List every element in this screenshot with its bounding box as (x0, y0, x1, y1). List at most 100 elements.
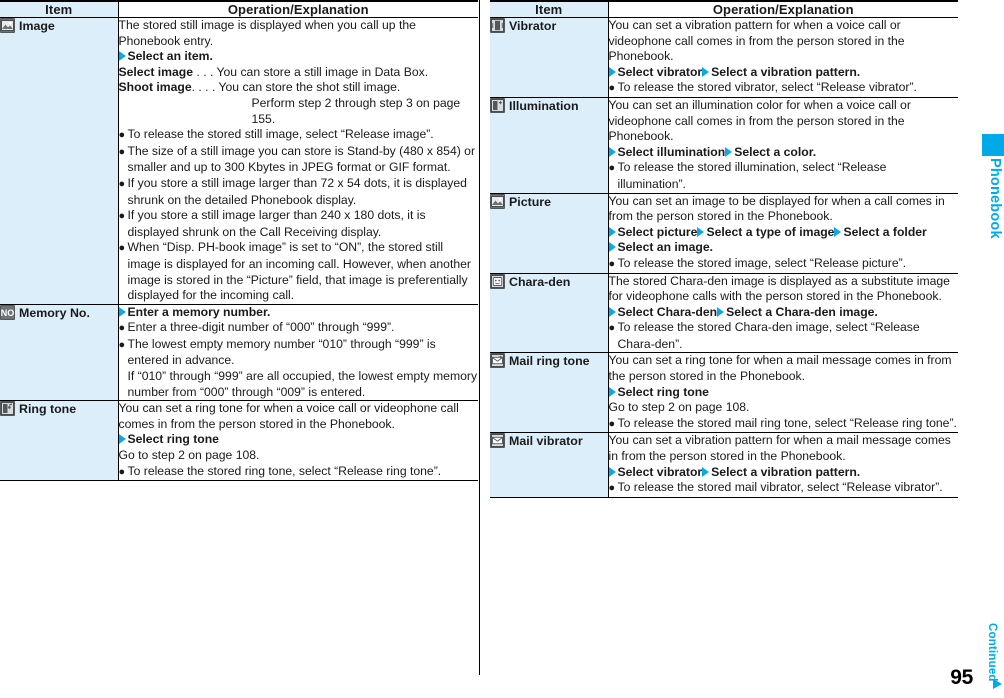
item-cell: Vibrator (490, 17, 609, 98)
ring-tone-icon (0, 401, 15, 417)
step-arrow-icon (118, 51, 126, 62)
step-label: Select picture (617, 224, 698, 239)
explanation-paragraph: You can set a vibration pattern for when… (608, 433, 951, 464)
option-term: Select image (118, 64, 194, 79)
option-desc: You can store the shot still image. (218, 80, 401, 95)
item-cell: Illumination (490, 97, 609, 194)
option-continuation: Perform step 2 through step 3 on page 15… (251, 95, 461, 126)
table-header-row: Item Operation/Explanation (0, 0, 478, 18)
note-bullet: ● To release the stored mail vibrator, se… (609, 480, 959, 497)
explanation-paragraph: The stored still image is displayed when… (118, 18, 416, 48)
explanation-paragraph: Go to step 2 on page 108. (118, 448, 260, 463)
table-row: Mail ring tone You can set a ring tone fo… (490, 352, 959, 434)
operation-step: Select vibrator Select a vibration patter… (608, 64, 959, 81)
step-label: Select ring tone (127, 432, 219, 447)
explanation-paragraph: You can set a ring tone for when a mail … (608, 353, 952, 384)
table-row: Chara-den The stored Chara-den image is d… (490, 273, 958, 354)
step-label: Select ring tone (617, 384, 709, 399)
operation-cell: You can set a vibration pattern for when… (608, 17, 959, 98)
continued-arrow-icon (993, 679, 1002, 689)
table-row: Ring tone You can set a ring tone for whe… (0, 400, 478, 482)
item-label: Ring tone (19, 402, 77, 417)
step-label: Select vibrator (617, 464, 703, 479)
column-header-item: Item (0, 0, 119, 18)
step-label: Select a color. (734, 144, 817, 159)
table-row: Vibrator You can set a vibration pattern … (490, 17, 959, 98)
spec-table-left-body: Image The stored still image is displayed… (0, 17, 479, 482)
right-column: Item Operation/Explanation Vibrator You c… (490, 0, 958, 498)
item-cell: Image (0, 17, 119, 305)
explanation-paragraph: You can set an illumination color for wh… (608, 97, 911, 144)
operation-cell: You can set a ring tone for when a mail … (608, 352, 959, 434)
picture-icon (0, 18, 15, 33)
note-bullet: ● The lowest empty memory number “010” th… (118, 336, 436, 368)
operation-step: Enter a memory number. (118, 305, 479, 321)
note-bullet: ● To release the stored image, select “Re… (609, 256, 959, 273)
operation-step: Select vibrator Select a vibration patter… (608, 464, 959, 481)
item-label: Illumination (509, 98, 579, 113)
step-arrow-icon (608, 466, 616, 477)
step-label: Select a type of image (706, 224, 835, 239)
step-label: Select Chara-den (617, 304, 718, 319)
option-dots: . . . (193, 64, 217, 79)
step-arrow-icon (608, 146, 616, 157)
bullet-dot-icon: ● (608, 417, 616, 430)
bullet-dot-icon: ● (118, 465, 126, 478)
explanation-paragraph: You can set an image to be displayed for… (608, 193, 945, 224)
item-cell: Ring tone (0, 400, 119, 482)
table-row: Illumination You can set an illumination … (490, 97, 958, 194)
item-cell: Mail vibrator (490, 432, 609, 498)
table-row: Mail vibrator You can set a vibration pat… (490, 432, 959, 498)
step-arrow-icon (725, 146, 733, 157)
operation-cell: You can set an image to be displayed for… (608, 193, 959, 274)
bullet-dot-icon: ● (608, 322, 616, 335)
note-bullet: ● Enter a three-digit number of “000” thr… (119, 320, 479, 337)
step-arrow-icon (717, 306, 725, 317)
table-row: Image The stored still image is displayed… (0, 17, 479, 305)
item-label: Memory No. (19, 305, 90, 320)
phonebook-thumb-tab-label: Phonebook (987, 158, 1003, 239)
note-bullet: ● To release the stored still image, sele… (119, 127, 479, 144)
bullet-dot-icon: ● (118, 145, 126, 158)
bullet-dot-icon: ● (118, 210, 126, 223)
note-bullet: ● When “Disp. PH-book image” is set to “O… (118, 240, 471, 303)
illumination-icon (490, 97, 505, 113)
step-arrow-icon (608, 386, 616, 397)
vibrator-icon (490, 18, 505, 33)
explanation-paragraph: You can set a vibration pattern for when… (608, 18, 905, 64)
step-label: Select a vibration pattern. (711, 464, 861, 479)
note-bullet: ● To release the stored mail ring tone, s… (609, 416, 959, 433)
mail-ring-tone-icon (490, 353, 505, 369)
item-label: Mail vibrator (509, 434, 583, 449)
step-arrow-icon (608, 242, 616, 253)
picture-icon (490, 193, 505, 209)
bullet-dot-icon: ● (118, 129, 126, 142)
column-header-item: Item (490, 0, 609, 18)
step-arrow-icon (702, 466, 710, 477)
operation-step: Select an image. (608, 240, 959, 256)
note-bullet: ● The size of a still image you can store… (118, 143, 476, 175)
bullet-dot-icon: ● (608, 162, 616, 175)
column-header-operation: Operation/Explanation (118, 0, 478, 18)
chara-den-icon (490, 273, 505, 289)
item-cell: Picture (490, 193, 609, 274)
option-row: Select image . . . You can store a still… (119, 65, 479, 81)
item-label: Image (19, 19, 55, 33)
note-bullet-continuation: If “010” through “999” are all occupied,… (127, 369, 478, 399)
continued-label: Continued (986, 623, 998, 682)
left-column: Item Operation/Explanation Image The stor… (0, 0, 479, 482)
operation-step: Select picture Select a type of image Sele… (608, 224, 959, 241)
step-arrow-icon (697, 226, 705, 237)
spec-table-left: Item Operation/Explanation Image The stor… (0, 0, 479, 482)
bullet-dot-icon: ● (608, 82, 616, 95)
step-label: Select vibrator (617, 64, 703, 79)
bullet-dot-icon: ● (118, 242, 126, 255)
step-label: Select illumination (617, 144, 726, 159)
step-arrow-icon (702, 66, 710, 77)
item-label: Chara-den (509, 274, 571, 289)
option-term: Shoot image (118, 80, 192, 95)
step-arrow-icon (118, 306, 126, 317)
item-cell: NO Memory No. (0, 304, 119, 402)
step-label: Select an item. (127, 49, 213, 64)
bullet-dot-icon: ● (118, 177, 126, 190)
